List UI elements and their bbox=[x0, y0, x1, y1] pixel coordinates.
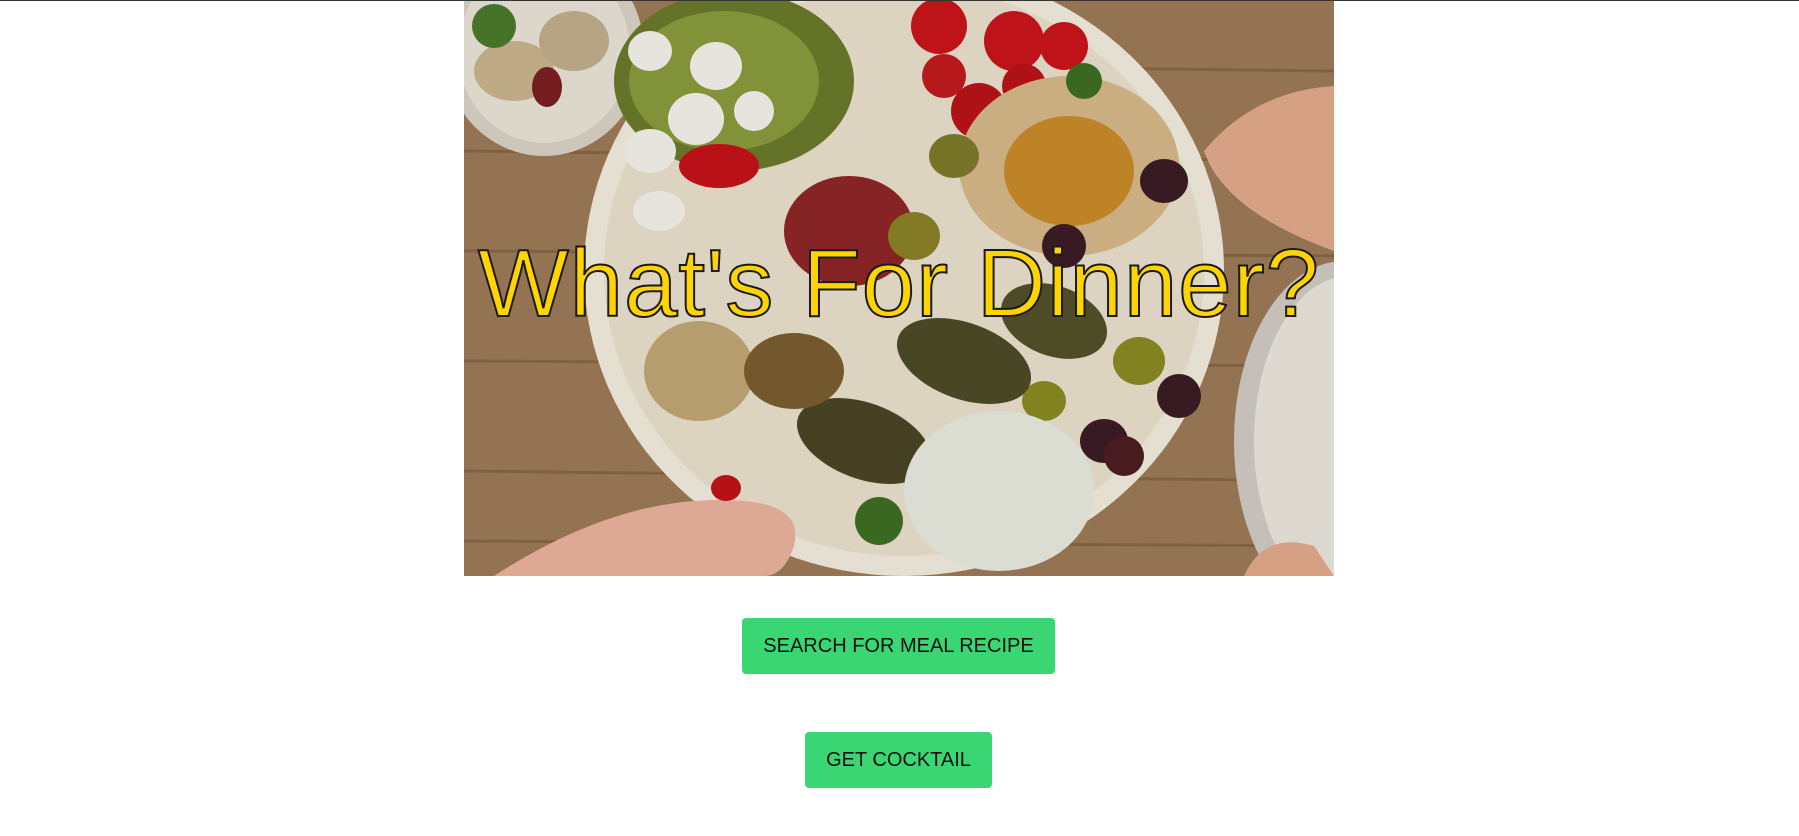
search-meal-recipe-button[interactable]: SEARCH FOR MEAL RECIPE bbox=[742, 618, 1055, 674]
get-cocktail-button[interactable]: GET COCKTAIL bbox=[805, 732, 992, 788]
page-title: What's For Dinner? bbox=[477, 229, 1320, 338]
hero-banner: What's For Dinner? bbox=[464, 1, 1334, 576]
